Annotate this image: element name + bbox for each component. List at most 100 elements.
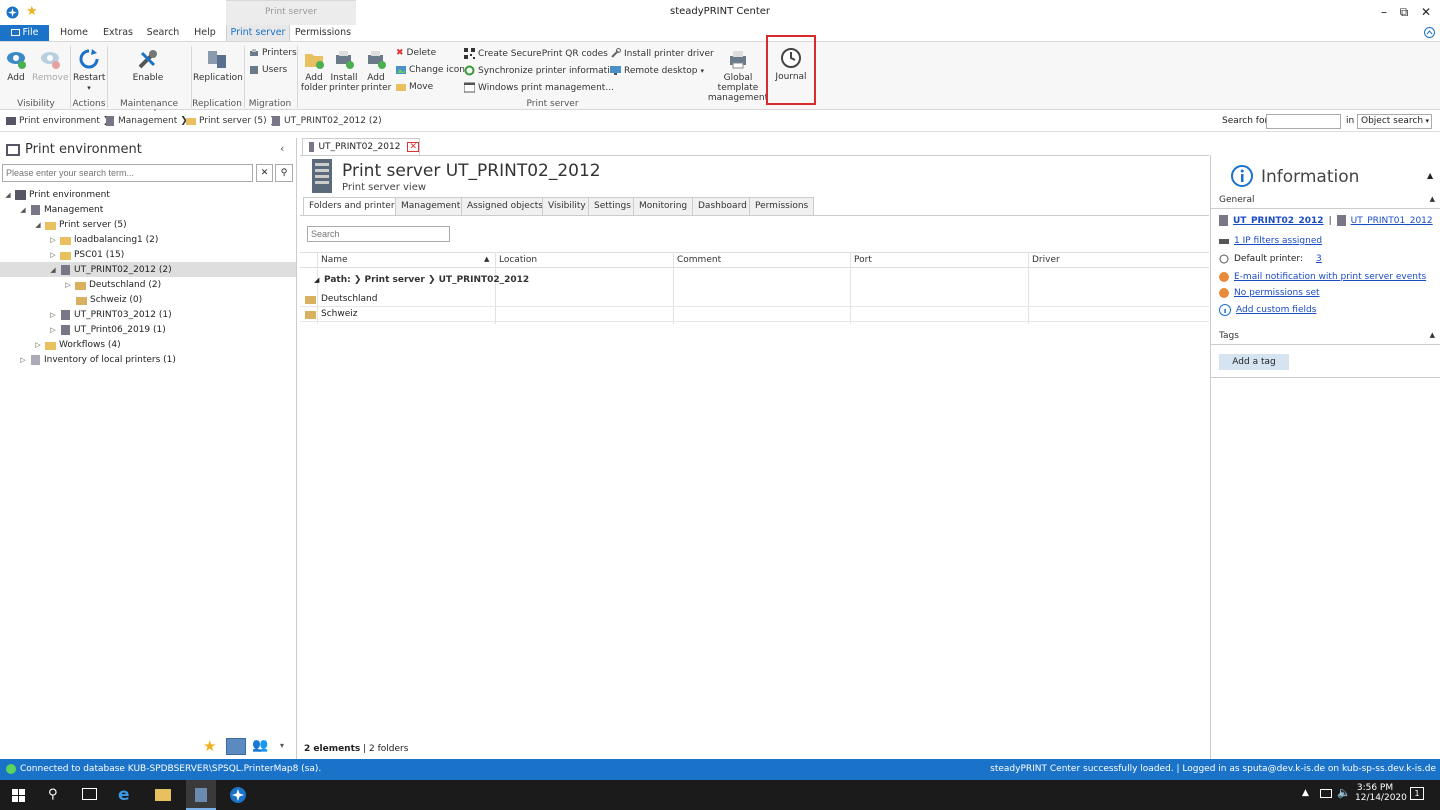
collapse-panel-icon[interactable]: ‹ — [280, 142, 284, 155]
server-link-other[interactable]: UT_PRINT01_2012 — [1351, 216, 1433, 226]
edge-browser-icon[interactable]: e — [118, 785, 130, 805]
ip-filters-link[interactable]: 1 IP filters assigned — [1234, 236, 1322, 246]
sync-printer-button[interactable]: Synchronize printer information — [464, 65, 621, 76]
tab-home[interactable]: Home — [54, 25, 94, 41]
tree-item-inventory[interactable]: ▷ Inventory of local printers (1) — [19, 352, 176, 367]
change-icon-button[interactable]: Change icon — [396, 65, 465, 75]
windows-start-icon[interactable] — [12, 789, 25, 802]
environment-view-icon[interactable] — [226, 738, 246, 755]
tab-permissions[interactable]: Permissions — [749, 197, 815, 216]
collapse-info-icon[interactable]: ▲ — [1427, 171, 1433, 180]
steadyprint-taskbar-icon[interactable] — [229, 786, 247, 804]
default-printer-link[interactable]: 3 — [1316, 254, 1322, 264]
install-printer-button[interactable]: Install printer — [329, 48, 359, 93]
move-button[interactable]: Move — [396, 82, 433, 92]
file-explorer-icon[interactable] — [155, 789, 171, 801]
clear-search-button[interactable]: ✕ — [256, 164, 273, 182]
custom-fields-link[interactable]: Add custom fields — [1236, 305, 1316, 315]
tab-assigned-objects[interactable]: Assigned objects — [461, 197, 549, 216]
task-view-icon[interactable] — [82, 788, 97, 800]
close-tab-icon[interactable]: ✕ — [407, 142, 419, 152]
tree-item-workflows[interactable]: ▷ Workflows (4) — [34, 337, 121, 352]
remote-desktop-button[interactable]: Remote desktop ▾ — [610, 65, 704, 76]
more-dropdown-icon[interactable]: ▾ — [280, 741, 284, 750]
add-tag-button[interactable]: Add a tag — [1219, 354, 1289, 370]
permissions-link[interactable]: No permissions set — [1234, 288, 1320, 298]
tree-item-ut-print06[interactable]: ▷ UT_Print06_2019 (1) — [49, 322, 166, 337]
column-name[interactable]: Name — [321, 255, 348, 265]
restart-button[interactable]: Restart ▾ — [73, 48, 105, 93]
tree-item-print-server[interactable]: ◢ Print server (5) — [34, 217, 127, 232]
email-notification-link[interactable]: E-mail notification with print server ev… — [1234, 272, 1426, 282]
column-comment[interactable]: Comment — [677, 255, 721, 265]
global-template-button[interactable]: Global template management — [704, 48, 772, 103]
minimize-button[interactable]: – — [1374, 3, 1394, 21]
close-button[interactable]: ✕ — [1416, 3, 1436, 21]
tree-item-schweiz[interactable]: Schweiz (0) — [76, 292, 142, 307]
column-location[interactable]: Location — [499, 255, 537, 265]
tab-folders-and-printers[interactable]: Folders and printers — [303, 197, 406, 216]
tab-search[interactable]: Search — [143, 25, 183, 41]
install-driver-label: Install printer driver — [624, 48, 714, 59]
tab-help[interactable]: Help — [188, 25, 222, 41]
clock[interactable]: 3:56 PM 12/14/2020 — [1355, 783, 1407, 803]
tree-item-ut-print03[interactable]: ▷ UT_PRINT03_2012 (1) — [49, 307, 172, 322]
maximize-button[interactable]: ⧉ — [1394, 3, 1414, 21]
users-view-icon[interactable]: 👥 — [252, 738, 268, 753]
search-scope-value: Object search — [1361, 116, 1424, 126]
breadcrumb-ut-print02[interactable]: UT_PRINT02_2012 (2) — [271, 116, 382, 126]
global-search-input[interactable] — [1266, 114, 1341, 129]
column-driver[interactable]: Driver — [1032, 255, 1060, 265]
tab-management[interactable]: Management — [395, 197, 467, 216]
search-icon[interactable]: ⚲ — [48, 787, 58, 802]
users-migration-button[interactable]: Users — [249, 65, 287, 75]
table-row[interactable]: Schweiz — [300, 307, 1209, 322]
column-port[interactable]: Port — [854, 255, 872, 265]
collapse-ribbon-icon[interactable] — [1424, 27, 1435, 38]
taskbar-app-active[interactable] — [186, 780, 216, 810]
section-tags[interactable]: Tags ▲ — [1211, 331, 1440, 345]
tree-search-input[interactable] — [2, 164, 253, 182]
delete-button[interactable]: ✖ Delete — [396, 48, 436, 58]
tab-visibility[interactable]: Visibility — [542, 197, 592, 216]
group-expanded-icon[interactable]: ◢ — [314, 276, 319, 284]
enable-maintenance-button[interactable]: Enable — [130, 48, 166, 83]
tray-chevron-icon[interactable]: ▲ — [1302, 788, 1309, 798]
tab-monitoring[interactable]: Monitoring — [633, 197, 694, 216]
tab-permissions[interactable]: Permissions — [292, 25, 354, 41]
tab-dashboard[interactable]: Dashboard — [692, 197, 753, 216]
document-tab[interactable]: UT_PRINT02_2012 ✕ — [302, 138, 420, 155]
search-scope-select[interactable]: Object search ▾ — [1357, 114, 1432, 129]
volume-icon[interactable]: 🔈 — [1337, 786, 1351, 799]
tree-item-management[interactable]: ◢ Management — [19, 202, 103, 217]
network-icon[interactable] — [1320, 789, 1332, 798]
install-driver-button[interactable]: Install printer driver — [610, 48, 714, 59]
tab-settings[interactable]: Settings — [588, 197, 637, 216]
win-print-mgmt-button[interactable]: Windows print management... — [464, 82, 614, 93]
server-link-current[interactable]: UT_PRINT02_2012 — [1233, 216, 1324, 226]
create-qr-button[interactable]: Create SecurePrint QR codes — [464, 48, 608, 59]
add-folder-button[interactable]: Add folder — [300, 48, 328, 93]
breadcrumb-print-environment[interactable]: Print environment❯ — [6, 116, 110, 126]
file-tab[interactable]: File — [0, 25, 49, 41]
replication-button[interactable]: Replication — [193, 48, 243, 83]
tree-item-deutschland[interactable]: ▷ Deutschland (2) — [64, 277, 161, 292]
tree-item-loadbalancing1[interactable]: ▷ loadbalancing1 (2) — [49, 232, 158, 247]
tree-item-psc01[interactable]: ▷ PSC01 (15) — [49, 247, 124, 262]
breadcrumb-management[interactable]: Management ❯ — [105, 116, 188, 126]
printers-migration-button[interactable]: Printers — [249, 48, 297, 58]
search-icon[interactable]: ⚲ — [275, 164, 293, 182]
section-general[interactable]: General ▲ — [1211, 195, 1440, 209]
tab-print-server[interactable]: Print server — [226, 25, 290, 41]
grid-search-input[interactable] — [307, 226, 450, 242]
remove-button[interactable]: Remove — [32, 48, 69, 83]
tree-item-ut-print02[interactable]: ◢ UT_PRINT02_2012 (2) — [0, 262, 296, 277]
tree-item-print-environment[interactable]: ◢ Print environment — [4, 187, 110, 202]
table-row[interactable]: Deutschland — [300, 292, 1209, 307]
tab-extras[interactable]: Extras — [98, 25, 138, 41]
breadcrumb-print-server[interactable]: Print server (5)❯ — [186, 116, 277, 126]
favorites-star-icon[interactable]: ★ — [203, 737, 216, 755]
add-printer-button[interactable]: Add printer — [361, 48, 391, 93]
add-button[interactable]: Add — [4, 48, 28, 83]
notifications-icon[interactable]: 1 — [1410, 787, 1424, 800]
